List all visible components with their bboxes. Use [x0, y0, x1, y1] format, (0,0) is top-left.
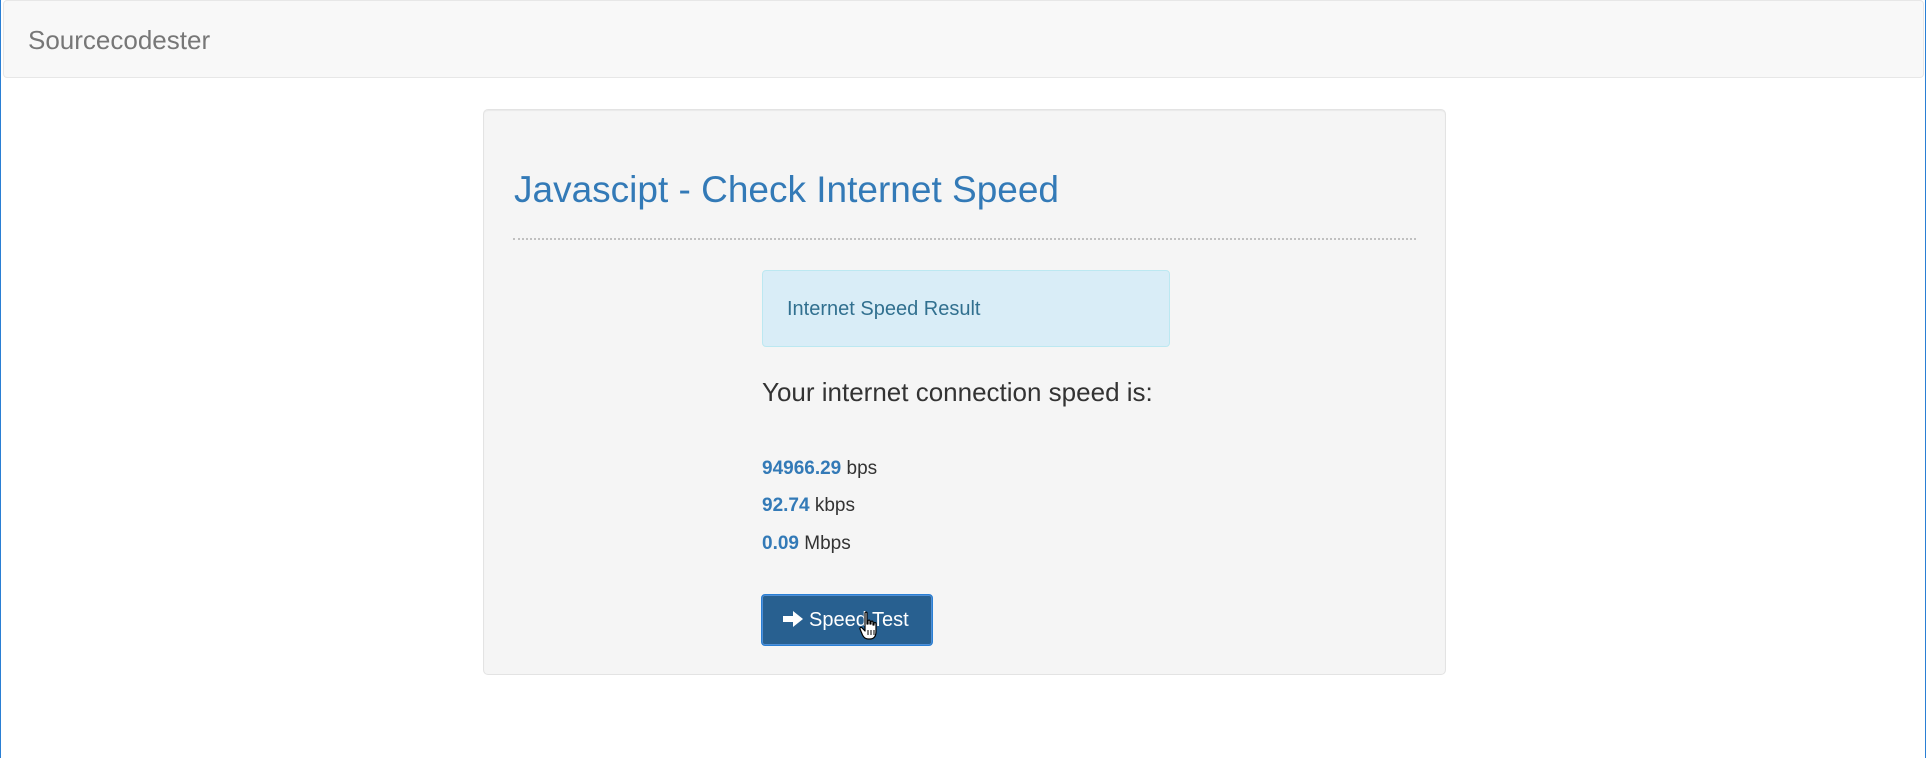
speed-kbps-unit: kbps: [814, 495, 855, 516]
speed-bps-value: 94966.29: [762, 458, 842, 479]
speed-bps-unit: bps: [846, 458, 878, 479]
speed-test-panel: Javascipt - Check Internet Speed Interne…: [483, 109, 1446, 675]
speed-kbps-row: 92.74 kbps: [762, 494, 855, 518]
title-divider: [513, 238, 1416, 240]
page: Sourcecodester Javascipt - Check Interne…: [0, 0, 1926, 758]
speed-intro-text: Your internet connection speed is:: [762, 377, 1153, 407]
speed-mbps-value: 0.09: [762, 533, 799, 554]
page-title: Javascipt - Check Internet Speed: [514, 169, 1060, 210]
result-alert-text: Internet Speed Result: [787, 298, 981, 320]
arrow-right-icon: [782, 597, 804, 627]
navbar: Sourcecodester: [3, 0, 1924, 78]
speed-mbps-unit: Mbps: [804, 533, 851, 554]
speed-mbps-row: 0.09 Mbps: [762, 532, 851, 556]
navbar-brand[interactable]: Sourcecodester: [28, 25, 210, 55]
result-alert: Internet Speed Result: [762, 270, 1170, 347]
speed-kbps-value: 92.74: [762, 495, 810, 516]
speed-bps-row: 94966.29 bps: [762, 457, 877, 481]
speed-test-button[interactable]: Speed Test: [761, 594, 933, 646]
hand-pointer-icon: [859, 611, 881, 641]
